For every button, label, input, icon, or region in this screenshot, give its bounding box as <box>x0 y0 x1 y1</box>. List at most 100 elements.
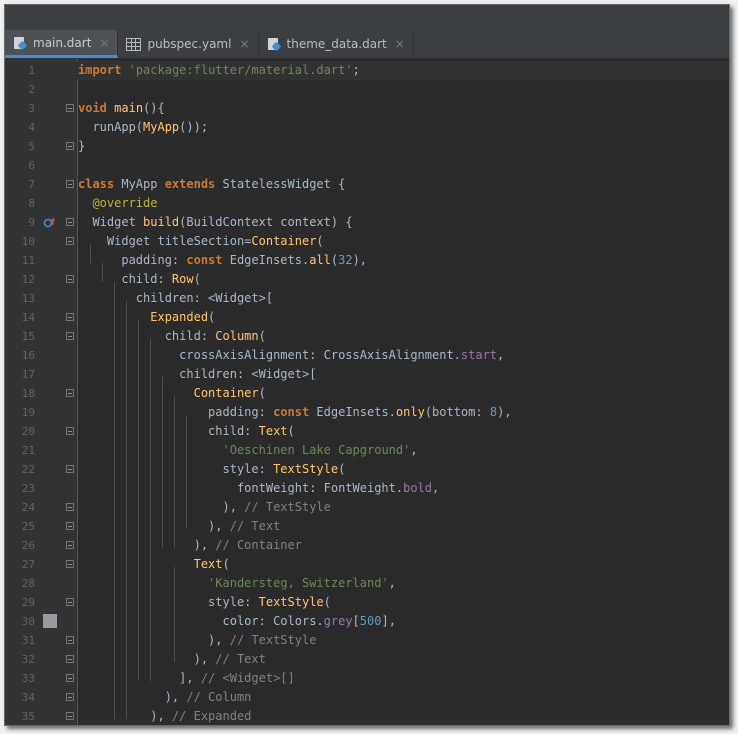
close-icon[interactable]: × <box>239 37 249 51</box>
fold-marker-icon[interactable] <box>66 598 74 606</box>
code-line[interactable]: 5} <box>5 137 729 156</box>
fold-marker-icon[interactable] <box>66 636 74 644</box>
line-number: 28 <box>21 577 35 590</box>
line-number: 1 <box>28 64 35 77</box>
line-number: 6 <box>28 159 35 172</box>
code-line[interactable]: 4 runApp(MyApp()); <box>5 118 729 137</box>
line-number: 3 <box>28 102 35 115</box>
code-token: StatelessWidget { <box>215 177 346 191</box>
code-text: Widget build(BuildContext context) { <box>78 213 352 232</box>
code-token: EdgeInsets. <box>222 253 310 267</box>
code-text: ), // Text <box>78 650 266 669</box>
code-token: MyApp <box>114 177 165 191</box>
fold-marker-icon[interactable] <box>66 332 74 340</box>
code-line[interactable]: 7 class MyApp extends StatelessWidget { <box>5 175 729 194</box>
code-text: } <box>78 137 85 156</box>
line-number: 7 <box>28 178 35 191</box>
code-line[interactable]: 8 @override <box>5 194 729 213</box>
code-line[interactable]: 1 import 'package:flutter/material.dart'; <box>5 61 729 80</box>
fold-marker-icon[interactable] <box>66 180 74 188</box>
indent-guide <box>174 396 175 548</box>
code-text: ), // Column <box>78 688 252 707</box>
code-token: ], <box>78 671 201 685</box>
tab-theme-data-dart[interactable]: theme_data.dart × <box>259 30 414 58</box>
fold-marker-icon[interactable] <box>66 655 74 663</box>
fold-marker-icon[interactable] <box>66 560 74 568</box>
code-editor[interactable]: 1 import 'package:flutter/material.dart';… <box>5 59 729 725</box>
close-icon[interactable]: × <box>99 36 109 50</box>
code-token: ), <box>78 538 216 552</box>
fold-marker-icon[interactable] <box>66 541 74 549</box>
tab-main-dart[interactable]: main.dart × <box>5 30 119 58</box>
code-text: 'Oeschinen Lake Capground', <box>78 441 418 460</box>
fold-marker-icon[interactable] <box>66 389 74 397</box>
line-number: 17 <box>21 368 35 381</box>
code-token: // TextStyle <box>229 633 317 647</box>
close-icon[interactable]: × <box>395 37 405 51</box>
fold-marker-icon[interactable] <box>66 142 74 150</box>
fold-marker-icon[interactable] <box>66 237 74 245</box>
fold-marker-icon[interactable] <box>66 275 74 283</box>
tab-pubspec-yaml[interactable]: pubspec.yaml × <box>118 30 259 58</box>
fold-marker-icon[interactable] <box>66 427 74 435</box>
code-token: ( <box>338 462 346 476</box>
fold-marker-icon[interactable] <box>66 674 74 682</box>
fold-marker-icon[interactable] <box>66 522 74 530</box>
indent-guide <box>114 282 115 719</box>
code-token: Widget titleSection= <box>78 234 252 248</box>
code-text: crossAxisAlignment: CrossAxisAlignment.s… <box>78 346 504 365</box>
fold-marker-icon[interactable] <box>66 693 74 701</box>
code-text: @override <box>78 194 157 213</box>
code-text: fontWeight: FontWeight.bold, <box>78 479 439 498</box>
override-method-icon[interactable] <box>43 216 55 228</box>
code-token: child: <box>78 424 259 438</box>
code-token: Text <box>193 557 223 571</box>
code-token: import <box>78 63 122 77</box>
code-token: ; <box>352 63 360 77</box>
code-line[interactable]: 10 Widget titleSection=Container( <box>5 232 729 251</box>
line-number: 5 <box>28 140 35 153</box>
fold-marker-icon[interactable] <box>66 503 74 511</box>
code-token: // Container <box>215 538 302 552</box>
code-token: ( <box>316 234 324 248</box>
indent-guide <box>150 339 151 681</box>
color-swatch-icon[interactable] <box>43 614 57 628</box>
code-token: // Text <box>215 652 266 666</box>
code-token: // Text <box>229 519 281 533</box>
code-token: [ <box>352 614 360 628</box>
code-line[interactable]: 6 <box>5 156 729 175</box>
code-token: ( <box>287 424 295 438</box>
code-line[interactable]: 9 Widget build(BuildContext context) { <box>5 213 729 232</box>
indent-guide <box>186 415 187 529</box>
code-line[interactable]: 11 padding: const EdgeInsets.all(32), <box>5 251 729 270</box>
code-text: Container( <box>78 384 266 403</box>
editor-tab-bar: main.dart × pubspec.yaml × theme_data.da… <box>5 30 729 59</box>
code-token: all <box>309 253 331 267</box>
code-line[interactable]: 2 <box>5 80 729 99</box>
code-text: ), // Text <box>78 517 280 536</box>
code-token: runApp( <box>78 120 144 134</box>
fold-marker-icon[interactable] <box>66 465 74 473</box>
code-text: ), // TextStyle <box>78 498 330 517</box>
line-number: 23 <box>21 482 35 495</box>
code-token: ), <box>78 519 230 533</box>
code-text: children: <Widget>[ <box>78 289 273 308</box>
fold-marker-icon[interactable] <box>66 712 74 720</box>
fold-marker-icon[interactable] <box>66 218 74 226</box>
code-token: style: <box>78 595 259 609</box>
code-token: bold <box>403 481 433 495</box>
code-line[interactable]: 3 void main(){ <box>5 99 729 118</box>
code-token: Row <box>171 272 194 286</box>
code-token: 'package:flutter/material.dart' <box>128 63 353 77</box>
line-number: 18 <box>21 387 35 400</box>
code-token: children: <Widget>[ <box>78 291 274 305</box>
line-number: 20 <box>21 425 35 438</box>
code-token: (bottom: <box>424 405 490 419</box>
code-token: ( <box>258 329 266 343</box>
fold-marker-icon[interactable] <box>66 313 74 321</box>
fold-marker-icon[interactable] <box>66 104 74 112</box>
code-token: , <box>388 576 396 590</box>
